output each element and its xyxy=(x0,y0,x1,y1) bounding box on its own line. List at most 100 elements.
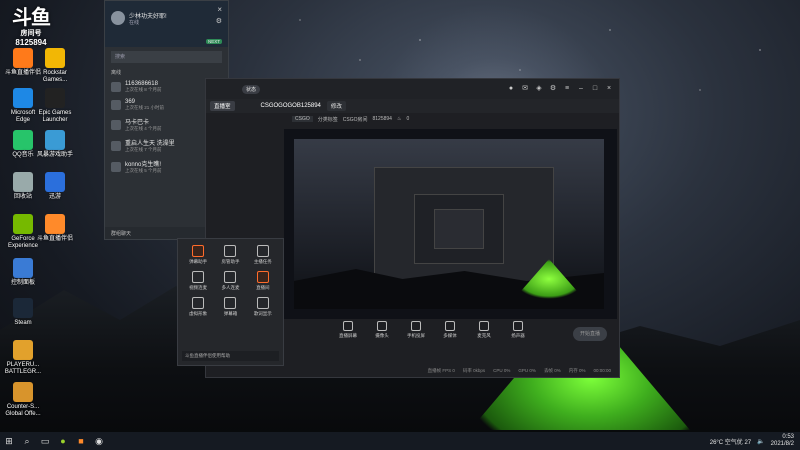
stream-preview[interactable] xyxy=(284,129,617,319)
taskbar-douyu-icon[interactable]: ■ xyxy=(72,432,90,450)
source-control-button[interactable]: 扬声器 xyxy=(506,321,530,339)
app-icon xyxy=(13,298,33,318)
tool-button[interactable]: 多人连麦 xyxy=(214,271,246,291)
stat-item: 码率 0kbps xyxy=(462,368,486,373)
taskbar-steam-icon[interactable]: ◉ xyxy=(90,432,108,450)
tool-button[interactable]: 视频连麦 xyxy=(182,271,214,291)
tool-icon xyxy=(192,271,205,283)
user-avatar[interactable] xyxy=(111,11,125,25)
go-live-button[interactable]: 开始直播 xyxy=(573,327,607,341)
contact-avatar xyxy=(111,161,121,172)
source-control-button[interactable]: 手机投屏 xyxy=(404,321,428,339)
maximize-icon[interactable]: □ xyxy=(591,85,599,93)
tool-label: 弹幕箱 xyxy=(223,311,238,316)
close-icon[interactable]: × xyxy=(217,5,222,14)
desktop-icon-label: 风暴游戏助手 xyxy=(36,152,73,158)
source-control-button[interactable]: 摄像头 xyxy=(370,321,394,339)
desktop-icon[interactable]: Rockstar Games... xyxy=(36,48,74,84)
tool-button[interactable]: 弹幕箱 xyxy=(214,297,246,317)
tool-button[interactable]: 歌词显示 xyxy=(247,297,279,317)
source-control-button[interactable]: 直播屏幕 xyxy=(336,321,360,339)
avatar-icon[interactable]: ● xyxy=(507,85,515,93)
stat-item: 直播帧 FPS 0 xyxy=(427,368,455,373)
tool-button[interactable]: 房管助手 xyxy=(214,245,246,265)
app-icon xyxy=(13,258,33,278)
contact-last-seen: 上次在线 5 个月前 xyxy=(125,168,162,173)
desktop-icon-label: Steam xyxy=(14,320,32,326)
tool-button[interactable]: 弹幕助手 xyxy=(182,245,214,265)
contact-name: 重启人生天 洗澡里 xyxy=(125,141,175,147)
chat-search-input[interactable]: 搜索 xyxy=(111,51,222,63)
desktop-icon[interactable]: 控制面板 xyxy=(4,258,42,287)
gear-icon[interactable]: ⚙ xyxy=(216,17,222,25)
status-pill[interactable]: 状态 xyxy=(242,84,261,94)
volume-icon[interactable]: 🔈 xyxy=(757,438,764,445)
desktop-icon[interactable]: Steam xyxy=(4,298,42,327)
contact-last-seen: 上次在线 7 个月前 xyxy=(125,147,162,152)
app-icon xyxy=(13,172,33,192)
app-icon xyxy=(45,130,65,150)
nested-window-3 xyxy=(434,209,484,249)
phone-icon xyxy=(411,321,421,331)
room-id-label: CSGO房间 xyxy=(342,116,368,123)
minimize-icon[interactable]: – xyxy=(577,85,585,93)
tool-label: 弹幕助手 xyxy=(189,259,208,264)
stat-item: 00:00:00 xyxy=(593,368,611,373)
category-tag2[interactable]: 分类标签 xyxy=(318,116,338,123)
stat-item: 丢帧 0% xyxy=(543,368,561,373)
app-icon xyxy=(45,172,65,192)
category-tag[interactable]: CSGO xyxy=(292,116,313,122)
preview-desktop xyxy=(294,139,604,309)
windows-start-icon[interactable]: ⊞ xyxy=(0,432,18,450)
tool-button[interactable]: 虚拟形象 xyxy=(182,297,214,317)
contact-avatar xyxy=(111,140,121,151)
close-icon[interactable]: × xyxy=(605,85,613,93)
chat-header: 少林功夫好耶! 在线 × ⚙ NEXT xyxy=(105,1,228,47)
search-icon[interactable]: ⌕ xyxy=(18,432,36,450)
tool-button[interactable]: 主播任务 xyxy=(247,245,279,265)
source-control-button[interactable]: 多媒体 xyxy=(438,321,462,339)
contact-last-seen: 上次在线 21 小时前 xyxy=(125,105,165,110)
mail-icon[interactable]: ✉ xyxy=(521,85,529,93)
source-control-button[interactable]: 麦克风 xyxy=(472,321,496,339)
tools-help[interactable]: 斗鱼直播伴侣使用帮助 xyxy=(182,351,279,361)
weather-label[interactable]: 26°C 空气优 27 xyxy=(710,437,751,446)
tool-button[interactable]: 直播间 xyxy=(247,271,279,291)
stats-bar: 直播帧 FPS 0 码率 0kbps CPU 0% GPU 0% 丢帧 0% 内存 0% 0… xyxy=(276,368,611,374)
tool-icon xyxy=(192,297,205,309)
desktop-icon-label: Rockstar Games... xyxy=(42,70,68,83)
tool-icon xyxy=(256,297,269,309)
task-view-icon[interactable]: ▭ xyxy=(36,432,54,450)
level-badge: NEXT xyxy=(205,39,222,44)
clock-date: 2021/8/2 xyxy=(770,441,794,447)
app-icon xyxy=(13,382,33,402)
tool-label: 主播任务 xyxy=(253,259,272,264)
desktop-icon[interactable]: Counter-S... Global Offe... xyxy=(4,382,42,418)
desktop-icon[interactable]: PLAYERU... BATTLEGR... xyxy=(4,340,42,376)
menu-icon[interactable]: ≡ xyxy=(563,85,571,93)
desktop-icon[interactable]: Epic Games Launcher xyxy=(36,88,74,124)
app-icon xyxy=(45,48,65,68)
source-control-label: 直播屏幕 xyxy=(339,333,357,338)
tool-label: 视频连麦 xyxy=(189,285,208,290)
contact-avatar xyxy=(111,100,121,110)
settings-icon[interactable]: ⚙ xyxy=(549,85,557,93)
desktop-icon[interactable]: 迅游 xyxy=(36,172,74,201)
media-icon xyxy=(445,321,455,331)
desktop-icon-label: Counter-S... Global Offe... xyxy=(5,404,41,417)
tools-grid: 弹幕助手 房管助手 主播任务视频连麦 多人连麦 直播间虚拟形象 弹幕箱 歌词显示 xyxy=(178,239,283,323)
watermark-id: 8125894 xyxy=(15,38,47,47)
gift-icon[interactable]: ◈ xyxy=(535,85,543,93)
desktop-icon[interactable]: 斗鱼直播伴侣 xyxy=(36,214,74,243)
desktop-icon[interactable]: 风暴游戏助手 xyxy=(36,130,74,159)
app-icon xyxy=(13,340,33,360)
contact-name: 马卡巴卡 xyxy=(125,120,150,126)
fire-count: 0 xyxy=(406,116,410,122)
tool-label: 直播间 xyxy=(256,285,270,290)
taskbar-app-icon[interactable]: ● xyxy=(54,432,72,450)
edit-button[interactable]: 修改 xyxy=(326,101,346,111)
clock-time: 0:53 xyxy=(782,434,794,440)
tab-live-room[interactable]: 直播室 xyxy=(210,101,235,111)
stat-item: GPU 0% xyxy=(518,368,536,373)
clock[interactable]: 0:53 2021/8/2 xyxy=(771,434,794,448)
